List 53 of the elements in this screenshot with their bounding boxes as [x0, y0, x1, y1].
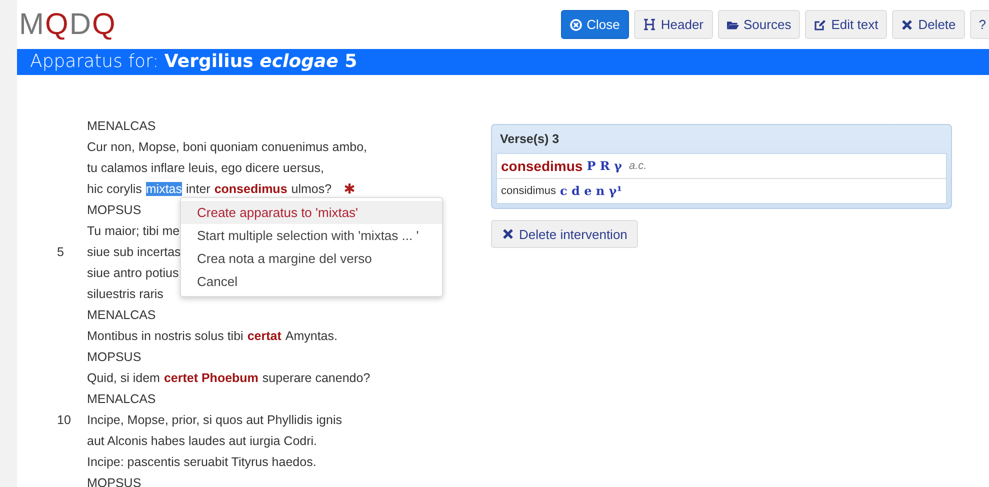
sigla-text: P R γ — [586, 159, 622, 173]
variant-word[interactable]: certat — [247, 328, 282, 342]
delete-icon — [502, 228, 514, 240]
reading-text: considimus — [501, 185, 556, 197]
verse-text: tu calamos inflare leuis, ego dicere uersus, — [87, 160, 324, 174]
line-number: 5 — [56, 244, 65, 258]
variant-word[interactable]: certet Phoebum — [164, 370, 258, 384]
verse-text: hic corylis — [87, 182, 142, 196]
title-bar: Apparatus for: Vergilius eclogae 5 — [17, 49, 989, 75]
verse-text: MOPSUS — [87, 476, 142, 487]
delete-intervention-button[interactable]: Delete intervention — [491, 220, 638, 248]
verse-text: Incipe: pascentis seruabit Tityrus haedos. — [87, 454, 316, 468]
panel-heading: Verse(s) 3 — [499, 131, 560, 148]
menu-item[interactable]: Create apparatus to 'mixtas' — [181, 201, 442, 224]
verse-text: siluestris raris — [87, 286, 164, 300]
help-button[interactable]: ? — [970, 10, 989, 39]
note-text: a.c. — [628, 160, 647, 172]
sigla-text: c d e n γ¹ — [560, 184, 622, 198]
verse-text: ulmos? — [291, 182, 332, 196]
verse-text: Cur non, Mopse, boni quoniam conuenimus ambo, — [87, 140, 368, 154]
verse-text: aut Alconis habes laudes aut iurgia Codri. — [87, 434, 318, 448]
toolbar-button[interactable]: Edit text — [805, 10, 888, 39]
line-number: 10 — [56, 412, 72, 426]
verse-text: MOPSUS — [87, 350, 142, 364]
menu-item[interactable]: Start multiple selection with 'mixtas ... ' — [181, 224, 442, 247]
close-icon — [570, 18, 582, 30]
toolbar-button[interactable]: Delete — [892, 10, 965, 39]
verse-text: MOPSUS — [87, 202, 142, 216]
logo: MQDQ — [19, 10, 116, 40]
verse-text: Tu maior; tibi me — [87, 224, 180, 238]
verse-text: MENALCAS — [87, 392, 156, 406]
verse-text: MENALCAS — [87, 118, 156, 132]
verse-text: Amyntas. — [285, 328, 338, 342]
heading-icon — [642, 18, 656, 31]
verse-text: siue antro potius — [87, 266, 179, 280]
verse-text: Montibus in nostris solus tibi — [87, 328, 244, 342]
verse-text: superare canendo? — [262, 370, 370, 384]
verse-text: Quid, si idem — [87, 370, 160, 384]
menu-item[interactable]: Crea nota a margine del verso — [181, 247, 442, 270]
delete-icon — [901, 18, 914, 30]
toolbar-button[interactable]: Header — [634, 10, 713, 39]
close-button[interactable]: Close — [560, 10, 629, 39]
verse-text: MENALCAS — [87, 308, 156, 322]
toolbar-button[interactable]: Sources — [718, 10, 800, 39]
menu-item[interactable]: Cancel — [181, 270, 442, 293]
verse-text: inter — [186, 182, 210, 196]
verse-text: siue sub incertas — [87, 244, 181, 258]
folder-icon — [726, 18, 739, 30]
selected-word[interactable]: mixtas — [146, 182, 182, 196]
reading-text: consedimus — [501, 158, 583, 174]
verse-text: Incipe, Mopse, prior, si quos aut Phyllidis ignis — [87, 412, 342, 426]
variant-word[interactable]: consedimus — [214, 182, 288, 196]
edit-icon — [814, 18, 826, 30]
